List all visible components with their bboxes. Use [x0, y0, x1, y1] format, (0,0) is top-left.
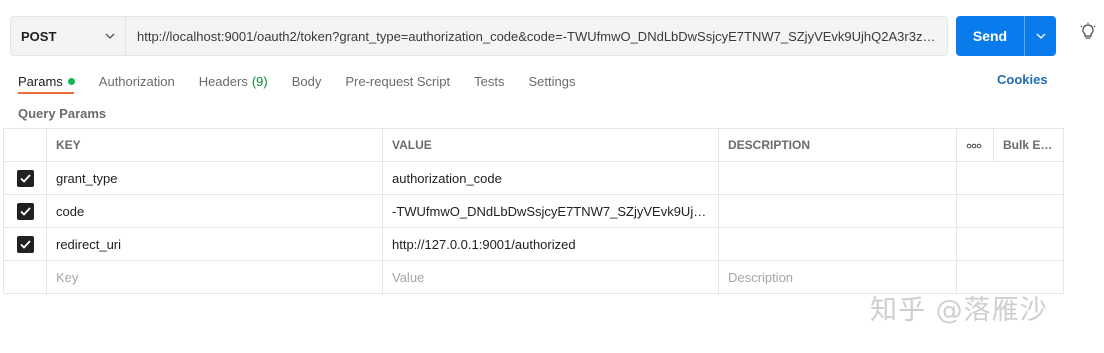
more-horizontal-icon [966, 143, 982, 149]
method-label: POST [21, 28, 57, 44]
tab-headers[interactable]: Headers (9) [199, 72, 268, 90]
request-tabs: Params Authorization Headers (9) Body Pr… [18, 72, 599, 90]
row-checkbox-cell [3, 161, 47, 195]
checkbox-checked-icon[interactable] [16, 169, 34, 187]
param-value-cell[interactable]: -TWUfmwO_DNdLbDwSsjcyE7TNW7_SZjyVEvk9Ujh… [382, 194, 719, 228]
watermark-text: 知乎 @落雁沙 [870, 295, 1048, 326]
method-select[interactable]: POST [11, 17, 126, 55]
param-value-cell[interactable]: http://127.0.0.1:9001/authorized [382, 227, 719, 261]
tab-settings-label: Settings [528, 73, 576, 89]
tab-pre-request-script[interactable]: Pre-request Script [345, 72, 450, 90]
table-header-row: KEY VALUE DESCRIPTION Bulk Edit [3, 128, 1064, 162]
param-key-cell[interactable]: grant_type [46, 161, 383, 195]
bulk-edit-button[interactable]: Bulk Edit [993, 128, 1064, 162]
request-url-bar: POST http://localhost:9001/oauth2/token?… [10, 16, 948, 56]
cookies-link[interactable]: Cookies [997, 72, 1048, 87]
tab-settings[interactable]: Settings [528, 72, 575, 90]
row-actions-cell [956, 227, 1064, 261]
tab-tests-label: Tests [474, 73, 505, 89]
tab-authorization[interactable]: Authorization [99, 72, 175, 90]
tab-pre-request-script-label: Pre-request Script [345, 73, 451, 89]
tab-headers-label: Headers [198, 73, 248, 89]
row-actions-cell [956, 194, 1064, 228]
tab-params[interactable]: Params [18, 72, 75, 90]
param-key-cell[interactable]: code [46, 194, 383, 228]
tab-tests[interactable]: Tests [474, 72, 504, 90]
column-header-value: VALUE [382, 128, 719, 162]
new-value-input[interactable]: Value [382, 260, 719, 294]
table-row: grant_type authorization_code [3, 161, 1064, 195]
checkbox-checked-icon[interactable] [16, 202, 34, 220]
send-label: Send [972, 28, 1008, 44]
row-checkbox-cell [3, 227, 47, 261]
column-header-description: DESCRIPTION [718, 128, 957, 162]
tab-params-label: Params [18, 73, 63, 89]
row-checkbox-cell [3, 260, 47, 294]
table-row: code -TWUfmwO_DNdLbDwSsjcyE7TNW7_SZjyVEv… [3, 194, 1064, 228]
param-value-cell[interactable]: authorization_code [382, 161, 719, 195]
tab-body[interactable]: Body [292, 72, 322, 90]
column-header-checkbox [3, 128, 47, 162]
send-options-button[interactable] [1025, 31, 1056, 41]
lightbulb-icon[interactable] [1078, 22, 1098, 42]
column-header-key: KEY [46, 128, 383, 162]
row-actions-cell [956, 161, 1064, 195]
headers-count: (9) [251, 73, 268, 89]
params-active-dot [67, 77, 75, 85]
table-row: redirect_uri http://127.0.0.1:9001/autho… [3, 227, 1064, 261]
column-options-button[interactable] [956, 128, 994, 162]
new-key-input[interactable]: Key [46, 260, 383, 294]
tab-body-label: Body [291, 73, 322, 89]
query-params-table: KEY VALUE DESCRIPTION Bulk Edit grant_ty… [3, 128, 1064, 294]
send-button[interactable]: Send [956, 16, 1056, 56]
url-input[interactable]: http://localhost:9001/oauth2/token?grant… [126, 29, 947, 44]
chevron-down-icon [1036, 33, 1045, 39]
param-key-cell[interactable]: redirect_uri [46, 227, 383, 261]
param-description-cell[interactable] [718, 194, 957, 228]
chevron-down-icon [105, 33, 115, 39]
row-checkbox-cell [3, 194, 47, 228]
tab-authorization-label: Authorization [98, 73, 175, 89]
param-description-cell[interactable] [718, 161, 957, 195]
active-tab-underline [18, 92, 74, 94]
checkbox-checked-icon[interactable] [16, 235, 34, 253]
query-params-title: Query Params [18, 106, 107, 121]
param-description-cell[interactable] [718, 227, 957, 261]
